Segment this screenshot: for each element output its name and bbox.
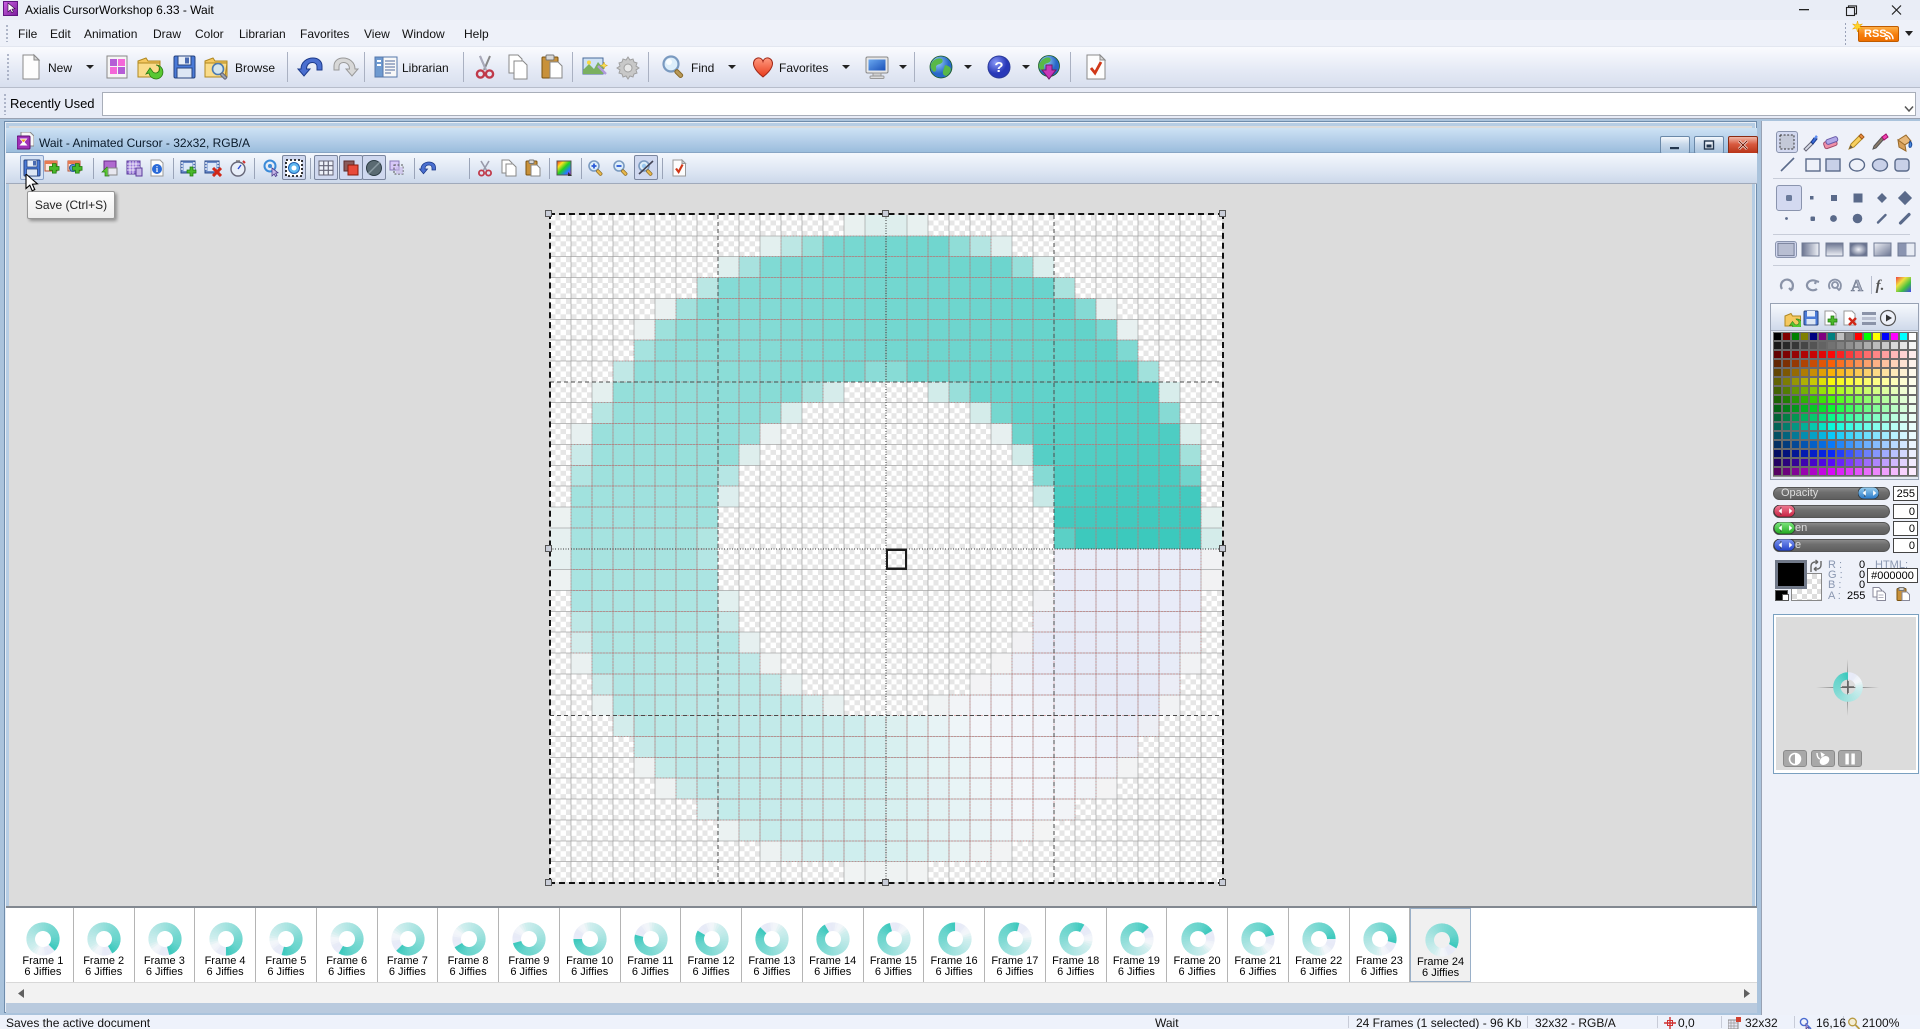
svg-text:f.: f. bbox=[1876, 278, 1885, 294]
svg-text:?: ? bbox=[994, 59, 1003, 76]
svg-text:A: A bbox=[1851, 276, 1864, 295]
